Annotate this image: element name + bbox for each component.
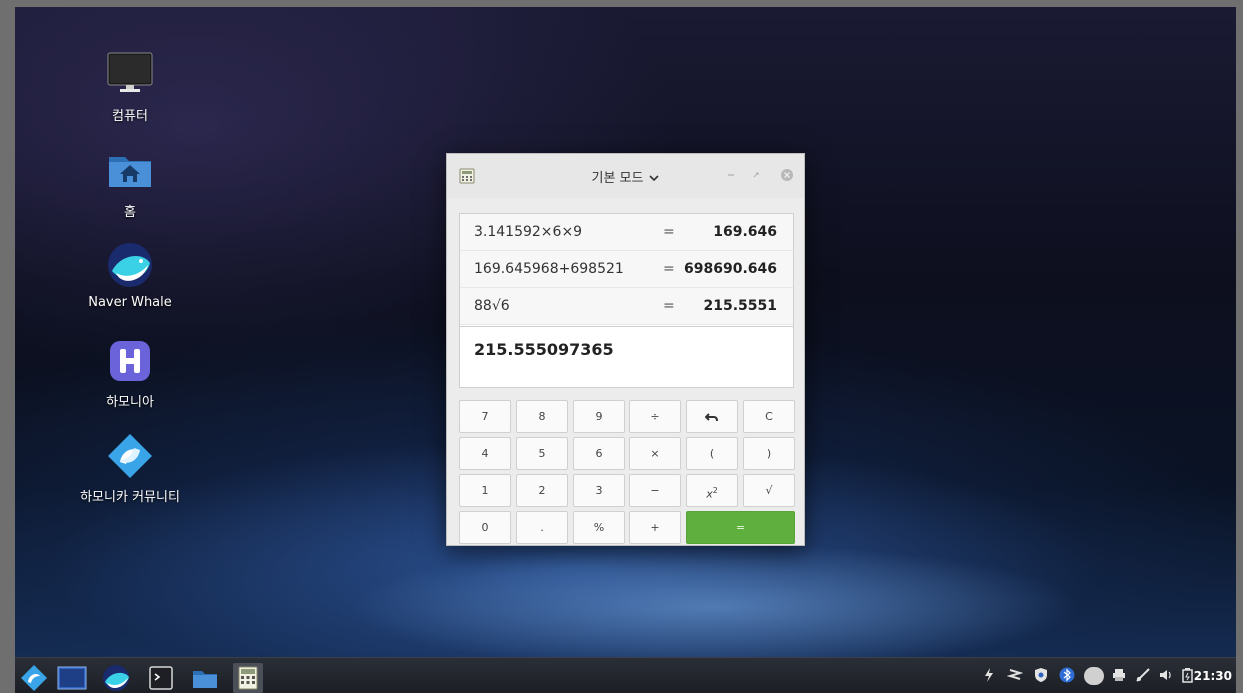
clock[interactable]: 21:30 bbox=[1194, 669, 1232, 683]
minimize-button[interactable] bbox=[723, 168, 739, 184]
equals-button[interactable]: = bbox=[686, 511, 795, 544]
history-equals: = bbox=[663, 261, 675, 277]
home-folder-icon bbox=[106, 147, 154, 195]
whale-browser-icon bbox=[106, 241, 154, 289]
key-5[interactable]: 5 bbox=[516, 437, 568, 470]
hamonikr-community-icon bbox=[106, 432, 154, 480]
network-icon[interactable] bbox=[1135, 667, 1151, 683]
desktop-icon-home[interactable]: 홈 bbox=[70, 147, 190, 220]
mode-title: 기본 모드 bbox=[591, 171, 644, 186]
printer-icon[interactable] bbox=[1111, 667, 1127, 683]
whale-browser-icon[interactable] bbox=[101, 663, 131, 693]
close-button[interactable] bbox=[779, 168, 795, 184]
calculator-titlebar[interactable]: 기본 모드 bbox=[447, 154, 804, 198]
taskbar: 21:30 bbox=[15, 657, 1236, 693]
undo-icon bbox=[704, 410, 719, 423]
calculator-window: 기본 모드 3.141592×6×9 = 169.646 169.645968+ bbox=[446, 153, 805, 546]
history-result: 215.5551 bbox=[703, 298, 777, 314]
history-result: 698690.646 bbox=[684, 261, 777, 277]
desktop-icon-label: 하모니아 bbox=[106, 395, 154, 410]
key-sqrt[interactable]: √ bbox=[743, 474, 795, 507]
key-percent[interactable]: % bbox=[573, 511, 625, 544]
history-expression: 3.141592×6×9 bbox=[474, 224, 583, 240]
current-input[interactable]: 215.555097365 bbox=[460, 326, 793, 387]
desktop-icon-naver-whale[interactable]: Naver Whale bbox=[70, 241, 190, 310]
desktop: 컴퓨터 홈 Naver Whale 하모니아 하모니카 커뮤니티 기본 모드 3… bbox=[15, 7, 1236, 693]
history-equals: = bbox=[663, 224, 675, 240]
key-1[interactable]: 1 bbox=[459, 474, 511, 507]
bluetooth-icon[interactable] bbox=[1059, 667, 1075, 683]
key-7[interactable]: 7 bbox=[459, 400, 511, 433]
key-3[interactable]: 3 bbox=[573, 474, 625, 507]
key-multiply[interactable]: × bbox=[629, 437, 681, 470]
terminal-icon[interactable] bbox=[146, 663, 176, 693]
monitor-icon bbox=[106, 51, 154, 99]
key-decimal[interactable]: . bbox=[516, 511, 568, 544]
desktop-icon-harmonia[interactable]: 하모니아 bbox=[70, 337, 190, 410]
volume-icon[interactable] bbox=[1158, 667, 1174, 683]
key-right-paren[interactable]: ) bbox=[743, 437, 795, 470]
key-left-paren[interactable]: ( bbox=[686, 437, 738, 470]
history-expression: 88√6 bbox=[474, 298, 510, 314]
key-6[interactable]: 6 bbox=[573, 437, 625, 470]
key-subtract[interactable]: − bbox=[629, 474, 681, 507]
shield-icon[interactable] bbox=[1033, 667, 1049, 683]
calculator-icon[interactable] bbox=[233, 663, 263, 693]
current-value: 215.555097365 bbox=[474, 340, 614, 359]
harmonia-icon bbox=[106, 337, 154, 385]
key-add[interactable]: + bbox=[629, 511, 681, 544]
calculator-display: 3.141592×6×9 = 169.646 169.645968+698521… bbox=[459, 213, 794, 388]
show-desktop-icon[interactable] bbox=[57, 663, 87, 693]
hamonikr-menu-icon[interactable] bbox=[19, 663, 49, 693]
user-avatar-icon[interactable] bbox=[1083, 667, 1105, 685]
desktop-icon-label: Naver Whale bbox=[88, 295, 172, 310]
history-equals: = bbox=[663, 298, 675, 314]
desktop-icon-label: 컴퓨터 bbox=[112, 109, 148, 124]
key-square[interactable]: x2 bbox=[686, 474, 738, 507]
maximize-button[interactable] bbox=[748, 168, 764, 184]
desktop-icon-label: 하모니카 커뮤니티 bbox=[80, 490, 180, 505]
clear-button[interactable]: C bbox=[743, 400, 795, 433]
undo-button[interactable] bbox=[686, 400, 738, 433]
key-9[interactable]: 9 bbox=[573, 400, 625, 433]
power-saving-icon[interactable] bbox=[981, 667, 997, 683]
key-2[interactable]: 2 bbox=[516, 474, 568, 507]
history-result: 169.646 bbox=[713, 224, 777, 240]
file-manager-icon[interactable] bbox=[190, 663, 220, 693]
key-0[interactable]: 0 bbox=[459, 511, 511, 544]
history-row[interactable]: 3.141592×6×9 = 169.646 bbox=[460, 214, 793, 251]
desktop-icon-label: 홈 bbox=[124, 205, 136, 220]
history-row[interactable]: 88√6 = 215.5551 bbox=[460, 288, 793, 325]
key-divide[interactable]: ÷ bbox=[629, 400, 681, 433]
key-4[interactable]: 4 bbox=[459, 437, 511, 470]
history-expression: 169.645968+698521 bbox=[474, 261, 624, 277]
square-exponent: 2 bbox=[712, 486, 718, 495]
history-row[interactable]: 169.645968+698521 = 698690.646 bbox=[460, 251, 793, 288]
chevron-down-icon bbox=[649, 172, 660, 185]
key-8[interactable]: 8 bbox=[516, 400, 568, 433]
update-manager-icon[interactable] bbox=[1006, 667, 1024, 683]
desktop-icon-computer[interactable]: 컴퓨터 bbox=[70, 51, 190, 124]
desktop-icon-hamonikr-community[interactable]: 하모니카 커뮤니티 bbox=[70, 432, 190, 505]
